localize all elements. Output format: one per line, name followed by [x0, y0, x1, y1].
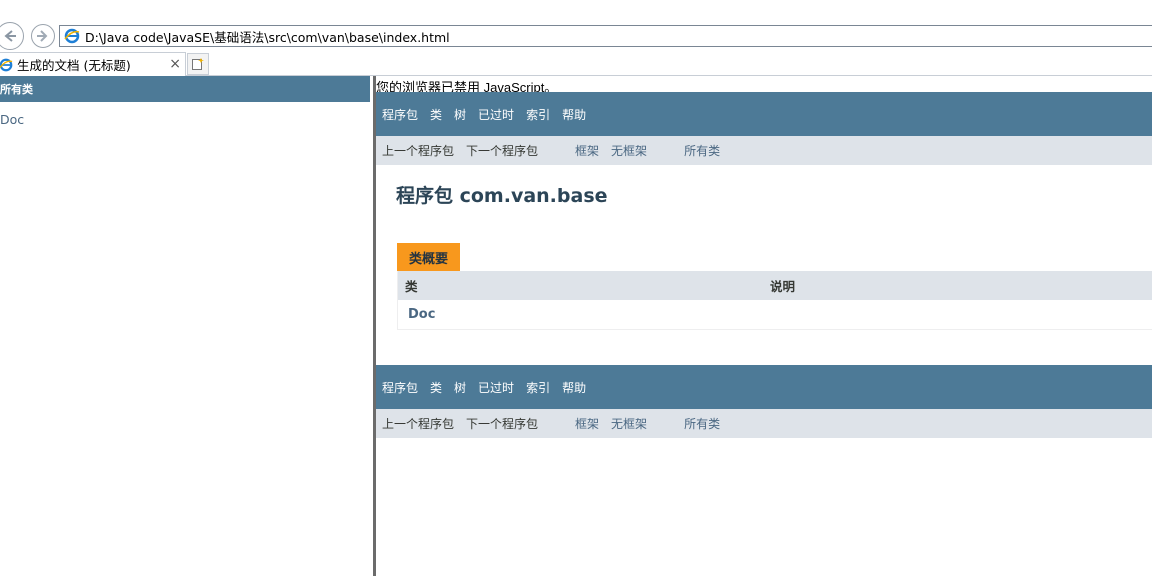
back-button[interactable]	[0, 22, 24, 50]
nav-package[interactable]: 程序包	[382, 379, 418, 396]
address-text: D:\Java code\JavaSE\基础语法\src\com\van\bas…	[85, 29, 450, 45]
all-classes-link[interactable]: 所有类	[684, 142, 720, 159]
nav-deprecated[interactable]: 已过时	[478, 379, 514, 396]
prev-package-label: 上一个程序包	[382, 144, 455, 158]
tab-bar: 生成的文档 (无标题) ×	[0, 52, 1152, 76]
all-classes-frame: 所有类 Doc	[0, 76, 370, 576]
nav-class[interactable]: 类	[430, 106, 442, 123]
nav-deprecated[interactable]: 已过时	[478, 106, 514, 123]
bottom-sub-nav: 上一个程序包 下一个程序包 框架 无框架 所有类	[376, 409, 1152, 438]
forward-button[interactable]	[31, 24, 55, 48]
frames-link[interactable]: 框架	[575, 142, 599, 159]
nav-index[interactable]: 索引	[526, 379, 550, 396]
next-package-label: 下一个程序包	[466, 417, 539, 431]
bottom-nav-bar: 程序包 类 树 已过时 索引 帮助	[376, 365, 1152, 409]
page-title: 程序包 com.van.base	[396, 185, 608, 207]
nav-tree[interactable]: 树	[454, 106, 466, 123]
nav-help[interactable]: 帮助	[562, 106, 586, 123]
tab-title: 生成的文档 (无标题)	[17, 58, 131, 73]
class-link-doc[interactable]: Doc	[0, 112, 370, 127]
class-summary-table: 类 说明 Doc	[397, 271, 1152, 330]
frames-link[interactable]: 框架	[575, 415, 599, 432]
back-arrow-icon	[4, 30, 16, 42]
nav-index[interactable]: 索引	[526, 106, 550, 123]
nav-help[interactable]: 帮助	[562, 379, 586, 396]
new-tab-icon	[192, 58, 204, 70]
top-nav-bar: 程序包 类 树 已过时 索引 帮助	[376, 92, 1152, 136]
class-link-doc[interactable]: Doc	[398, 307, 435, 322]
top-sub-nav: 上一个程序包 下一个程序包 框架 无框架 所有类	[376, 136, 1152, 165]
prev-package-label: 上一个程序包	[382, 417, 455, 431]
no-frames-link[interactable]: 无框架	[611, 415, 647, 432]
table-row: Doc	[398, 300, 1152, 329]
table-header: 类 说明	[398, 271, 1152, 300]
class-summary-caption: 类概要	[397, 243, 461, 271]
all-classes-header: 所有类	[0, 76, 370, 102]
all-classes-list: Doc	[0, 102, 370, 127]
forward-arrow-icon	[37, 30, 48, 42]
package-summary-frame: 您的浏览器已禁用 JavaScript。 程序包 类 树 已过时 索引 帮助 上…	[376, 76, 1152, 576]
new-tab-button[interactable]	[187, 53, 209, 75]
ie-logo-icon	[64, 28, 80, 44]
nav-tree[interactable]: 树	[454, 379, 466, 396]
column-header-class: 类	[405, 279, 418, 294]
no-frames-link[interactable]: 无框架	[611, 142, 647, 159]
browser-tab[interactable]: 生成的文档 (无标题) ×	[0, 52, 186, 76]
all-classes-link[interactable]: 所有类	[684, 415, 720, 432]
nav-package[interactable]: 程序包	[382, 106, 418, 123]
next-package-label: 下一个程序包	[466, 144, 539, 158]
column-header-description: 说明	[770, 279, 796, 294]
browser-chrome: D:\Java code\JavaSE\基础语法\src\com\van\bas…	[0, 0, 1152, 76]
ie-logo-icon	[0, 58, 13, 71]
address-bar[interactable]: D:\Java code\JavaSE\基础语法\src\com\van\bas…	[59, 25, 1152, 47]
tab-close-icon[interactable]: ×	[169, 56, 181, 72]
browser-navbar: D:\Java code\JavaSE\基础语法\src\com\van\bas…	[0, 22, 1152, 50]
nav-class[interactable]: 类	[430, 379, 442, 396]
